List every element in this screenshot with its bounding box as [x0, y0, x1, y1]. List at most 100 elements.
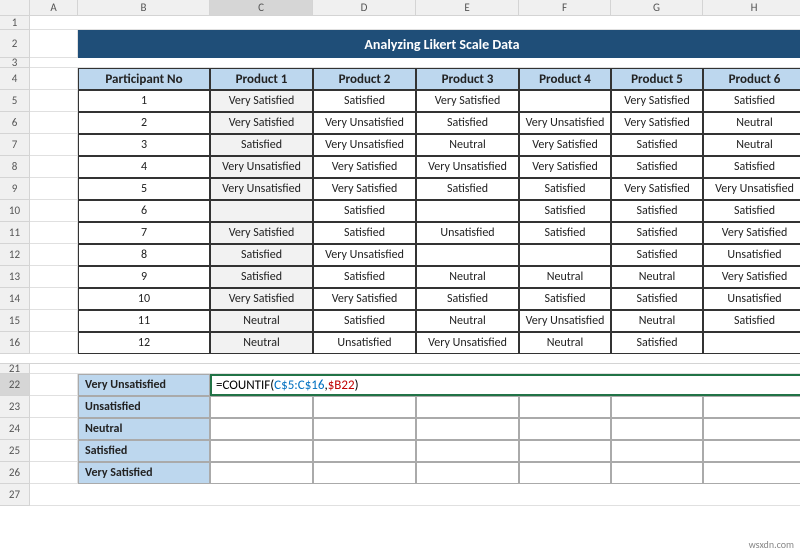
cell-C11[interactable]: Very Satisfied	[210, 222, 313, 244]
cell-A7[interactable]	[30, 134, 78, 156]
cell-A12[interactable]	[30, 244, 78, 266]
hdr-product2[interactable]: Product 2	[313, 68, 416, 90]
cell-C15[interactable]: Neutral	[210, 310, 313, 332]
col-header-A[interactable]: A	[30, 0, 78, 16]
cell-F9[interactable]: Satisfied	[519, 178, 611, 200]
cell-C26[interactable]	[210, 462, 313, 484]
cell-B13[interactable]: 9	[78, 266, 210, 288]
cell-F11[interactable]: Satisfied	[519, 222, 611, 244]
cell-B5[interactable]: 1	[78, 90, 210, 112]
title-merged[interactable]: Analyzing Likert Scale Data	[78, 30, 800, 58]
row-header-2[interactable]: 2	[0, 30, 30, 58]
cell-C25[interactable]	[210, 440, 313, 462]
cell-D11[interactable]: Satisfied	[313, 222, 416, 244]
hdr-product4[interactable]: Product 4	[519, 68, 611, 90]
cell-G15[interactable]: Neutral	[611, 310, 703, 332]
cell-F23[interactable]	[519, 396, 611, 418]
cell-H15[interactable]: Satisfied	[703, 310, 800, 332]
col-header-C[interactable]: C	[210, 0, 313, 16]
hdr-product6[interactable]: Product 6	[703, 68, 800, 90]
cell-F14[interactable]: Satisfied	[519, 288, 611, 310]
hdr-product1[interactable]: Product 1	[210, 68, 313, 90]
cell-A11[interactable]	[30, 222, 78, 244]
hdr-product5[interactable]: Product 5	[611, 68, 703, 90]
row-header-11[interactable]: 11	[0, 222, 30, 244]
cell-H7[interactable]: Neutral	[703, 134, 800, 156]
cell-H24[interactable]	[703, 418, 800, 440]
cell-F16[interactable]: Neutral	[519, 332, 611, 354]
cell-A9[interactable]	[30, 178, 78, 200]
cell-G8[interactable]: Satisfied	[611, 156, 703, 178]
cell-H23[interactable]	[703, 396, 800, 418]
cell-H25[interactable]	[703, 440, 800, 462]
cell-C8[interactable]: Very Unsatisfied	[210, 156, 313, 178]
cell-D7[interactable]: Very Unsatisfied	[313, 134, 416, 156]
cell-F13[interactable]: Neutral	[519, 266, 611, 288]
cell-F8[interactable]: Very Satisfied	[519, 156, 611, 178]
cell-D25[interactable]	[313, 440, 416, 462]
cell-A22[interactable]	[30, 374, 78, 396]
cell-A15[interactable]	[30, 310, 78, 332]
hdr-participant[interactable]: Participant No	[78, 68, 210, 90]
col-header-B[interactable]: B	[78, 0, 210, 16]
cell-empty[interactable]	[30, 16, 800, 30]
cell-H8[interactable]: Satisfied	[703, 156, 800, 178]
row-header-25[interactable]: 25	[0, 440, 30, 462]
cell-F15[interactable]: Very Unsatisfied	[519, 310, 611, 332]
cell-E25[interactable]	[416, 440, 519, 462]
row-header-23[interactable]: 23	[0, 396, 30, 418]
cell-F24[interactable]	[519, 418, 611, 440]
cell-A13[interactable]	[30, 266, 78, 288]
cell-E26[interactable]	[416, 462, 519, 484]
cell-G16[interactable]: Satisfied	[611, 332, 703, 354]
cell-A25[interactable]	[30, 440, 78, 462]
cell-B22-category[interactable]: Very Unsatisfied	[78, 374, 210, 396]
cell-E16[interactable]: Very Unsatisfied	[416, 332, 519, 354]
cell-B16[interactable]: 12	[78, 332, 210, 354]
cell-C9[interactable]: Very Unsatisfied	[210, 178, 313, 200]
cell-A24[interactable]	[30, 418, 78, 440]
cell-H26[interactable]	[703, 462, 800, 484]
cell-H13[interactable]: Very Satisfied	[703, 266, 800, 288]
row-header-9[interactable]: 9	[0, 178, 30, 200]
cell-E9[interactable]: Satisfied	[416, 178, 519, 200]
cell-G23[interactable]	[611, 396, 703, 418]
cell-B15[interactable]: 11	[78, 310, 210, 332]
row-header-22[interactable]: 22	[0, 374, 30, 396]
cell-G24[interactable]	[611, 418, 703, 440]
col-header-F[interactable]: F	[519, 0, 611, 16]
cell-G13[interactable]: Neutral	[611, 266, 703, 288]
cell-row27[interactable]	[30, 484, 800, 506]
cell-C13[interactable]: Satisfied	[210, 266, 313, 288]
cell-F12[interactable]	[519, 244, 611, 266]
cell-D6[interactable]: Very Unsatisfied	[313, 112, 416, 134]
cell-B25-category[interactable]: Satisfied	[78, 440, 210, 462]
cell-F26[interactable]	[519, 462, 611, 484]
row-header-8[interactable]: 8	[0, 156, 30, 178]
cell-D15[interactable]: Satisfied	[313, 310, 416, 332]
cell-G7[interactable]: Satisfied	[611, 134, 703, 156]
cell-D24[interactable]	[313, 418, 416, 440]
cell-F10[interactable]: Satisfied	[519, 200, 611, 222]
cell-E23[interactable]	[416, 396, 519, 418]
cell-F7[interactable]: Very Satisfied	[519, 134, 611, 156]
cell-C10[interactable]	[210, 200, 313, 222]
cell-E5[interactable]: Very Satisfied	[416, 90, 519, 112]
select-all-corner[interactable]	[0, 0, 30, 16]
cell-D8[interactable]: Very Satisfied	[313, 156, 416, 178]
cell-B6[interactable]: 2	[78, 112, 210, 134]
cell-A23[interactable]	[30, 396, 78, 418]
cell-D9[interactable]: Very Satisfied	[313, 178, 416, 200]
cell-D10[interactable]: Satisfied	[313, 200, 416, 222]
row-header-15[interactable]: 15	[0, 310, 30, 332]
cell-E8[interactable]: Very Unsatisfied	[416, 156, 519, 178]
row-header-13[interactable]: 13	[0, 266, 30, 288]
cell-H5[interactable]: Satisfied	[703, 90, 800, 112]
cell-F6[interactable]: Very Unsatisfied	[519, 112, 611, 134]
cell-G10[interactable]: Satisfied	[611, 200, 703, 222]
cell-H16[interactable]	[703, 332, 800, 354]
cell-E12[interactable]	[416, 244, 519, 266]
cell-D26[interactable]	[313, 462, 416, 484]
cell-A6[interactable]	[30, 112, 78, 134]
cell-G6[interactable]: Very Satisfied	[611, 112, 703, 134]
